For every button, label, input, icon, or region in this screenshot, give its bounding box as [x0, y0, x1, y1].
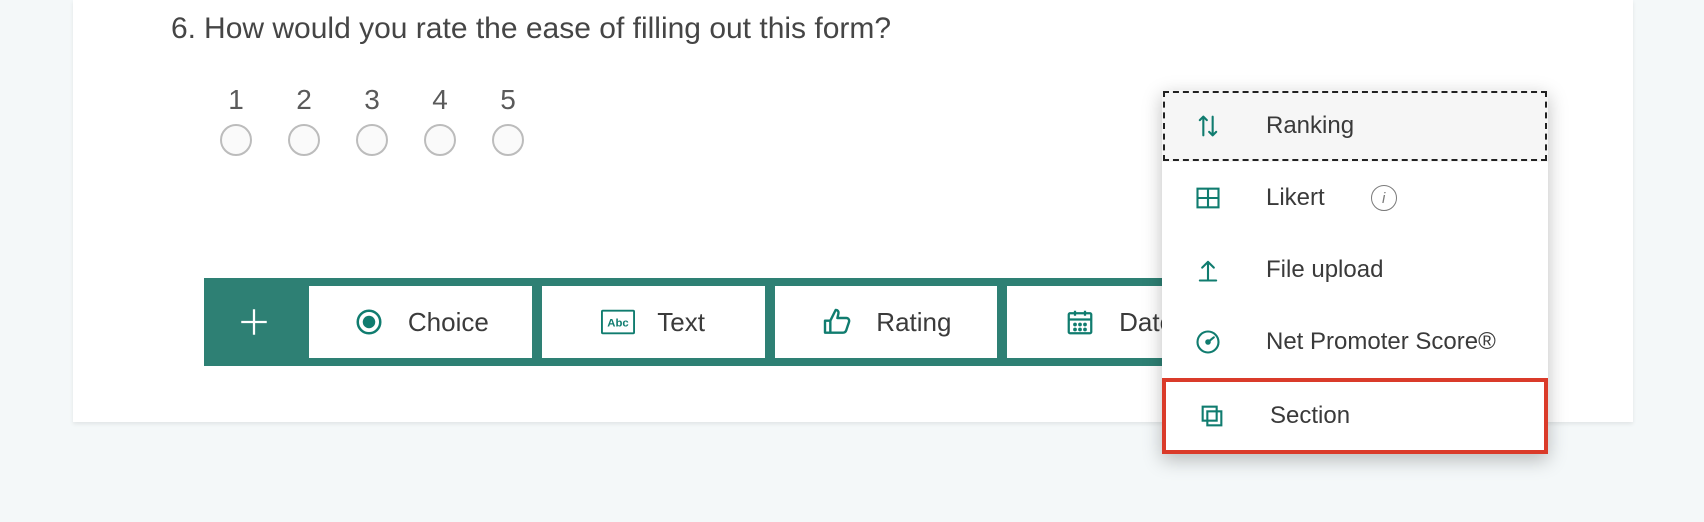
- scale-label: 2: [296, 84, 312, 116]
- scale-label: 3: [364, 84, 380, 116]
- radio-icon[interactable]: [220, 124, 252, 156]
- question-type-menu: Ranking Likert i File upload: [1162, 90, 1548, 454]
- plus-icon: [237, 305, 271, 339]
- section-icon: [1196, 400, 1228, 432]
- gauge-icon: [1192, 326, 1224, 358]
- radio-icon[interactable]: [424, 124, 456, 156]
- menu-item-nps[interactable]: Net Promoter Score®: [1162, 306, 1548, 378]
- scale-label: 5: [500, 84, 516, 116]
- scale-label: 4: [432, 84, 448, 116]
- menu-label: Likert: [1266, 184, 1325, 212]
- menu-label: Ranking: [1266, 112, 1354, 140]
- scale-label: 1: [228, 84, 244, 116]
- menu-item-ranking[interactable]: Ranking: [1162, 90, 1548, 162]
- likert-grid-icon: [1192, 182, 1224, 214]
- upload-icon: [1192, 254, 1224, 286]
- text-label: Text: [657, 307, 705, 338]
- scale-item[interactable]: 5: [493, 84, 523, 156]
- radio-icon[interactable]: [492, 124, 524, 156]
- ranking-icon: [1192, 110, 1224, 142]
- rating-button[interactable]: Rating: [775, 286, 998, 358]
- add-button[interactable]: [204, 278, 304, 366]
- radio-icon[interactable]: [356, 124, 388, 156]
- radio-icon[interactable]: [288, 124, 320, 156]
- text-button[interactable]: Abc Text: [542, 286, 765, 358]
- rating-scale: 1 2 3 4 5: [221, 84, 523, 156]
- question-text: How would you rate the ease of filling o…: [204, 12, 891, 45]
- scale-item[interactable]: 3: [357, 84, 387, 156]
- text-abc-icon: Abc: [601, 305, 635, 339]
- menu-item-file-upload[interactable]: File upload: [1162, 234, 1548, 306]
- choice-label: Choice: [408, 307, 489, 338]
- question-number: 6.: [171, 12, 196, 45]
- scale-item[interactable]: 1: [221, 84, 251, 156]
- menu-item-section[interactable]: Section: [1162, 378, 1548, 454]
- menu-label: Section: [1270, 402, 1350, 430]
- rating-label: Rating: [876, 307, 951, 338]
- calendar-icon: [1063, 305, 1097, 339]
- add-question-toolbar: Choice Abc Text Rating: [204, 278, 1240, 366]
- menu-label: Net Promoter Score®: [1266, 328, 1496, 356]
- menu-label: File upload: [1266, 256, 1383, 284]
- svg-text:Abc: Abc: [608, 318, 629, 330]
- info-icon[interactable]: i: [1371, 185, 1397, 211]
- radio-selected-icon: [352, 305, 386, 339]
- scale-item[interactable]: 2: [289, 84, 319, 156]
- menu-item-likert[interactable]: Likert i: [1162, 162, 1548, 234]
- choice-button[interactable]: Choice: [309, 286, 532, 358]
- scale-item[interactable]: 4: [425, 84, 455, 156]
- thumbs-up-icon: [820, 305, 854, 339]
- question-title: 6.How would you rate the ease of filling…: [171, 12, 891, 46]
